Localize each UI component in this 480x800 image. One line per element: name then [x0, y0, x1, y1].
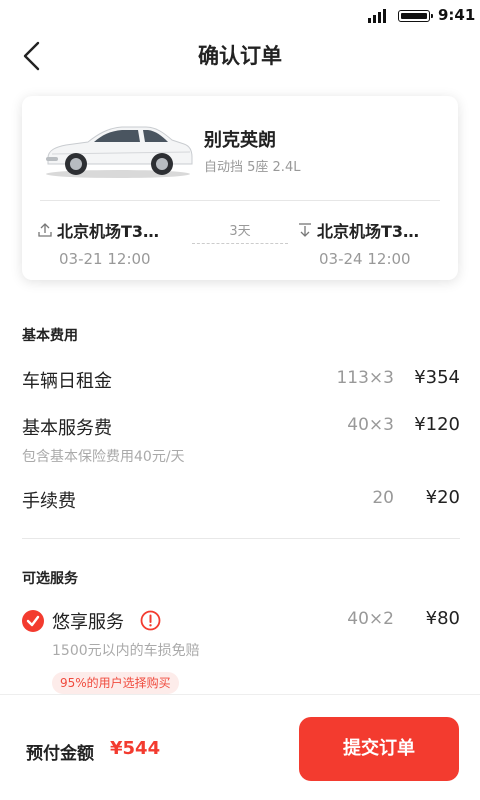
pickup-time: 03-21 12:00: [59, 250, 151, 268]
pickup-icon: [38, 223, 52, 237]
fee-name: 车辆日租金: [22, 371, 112, 392]
submit-order-button[interactable]: 提交订单: [299, 717, 459, 781]
service-badge: 95%的用户选择购买: [52, 672, 179, 694]
page-title: 确认订单: [198, 44, 282, 68]
service-amount: ¥80: [425, 608, 460, 629]
fee-calc: 20: [372, 488, 394, 508]
duration-line: [192, 243, 288, 244]
car-spec: 自动挡 5座 2.4L: [204, 160, 301, 175]
fee-name: 手续费: [22, 491, 76, 512]
service-price-row: 40×2 ¥80: [22, 608, 460, 636]
fee-amount: ¥20: [425, 487, 460, 508]
section-divider: [22, 538, 460, 539]
fee-calc: 40×3: [347, 415, 394, 435]
service-calc: 40×2: [347, 609, 394, 629]
fee-row: 基本服务费 40×3 ¥120: [22, 414, 460, 442]
battery-icon: [398, 10, 433, 22]
basic-fees-title: 基本费用: [22, 328, 78, 344]
fee-amount: ¥354: [414, 367, 460, 388]
fee-row: 手续费 20 ¥20: [22, 487, 460, 515]
car-card[interactable]: 别克英朗 自动挡 5座 2.4L 北京机场T3… 03-21 12:00 3天 …: [22, 96, 458, 280]
duration-label: 3天: [229, 224, 251, 239]
signal-icon: [368, 9, 386, 23]
return-location: 北京机场T3…: [317, 222, 420, 241]
return-info: 北京机场T3… 03-24 12:00: [298, 218, 419, 268]
car-name: 别克英朗: [204, 130, 276, 151]
back-button[interactable]: [18, 38, 48, 74]
return-time: 03-24 12:00: [319, 250, 411, 268]
status-time: 9:41: [438, 6, 476, 24]
back-icon: [23, 41, 40, 71]
prepay-label: 预付金额: [26, 744, 94, 764]
pickup-info: 北京机场T3… 03-21 12:00: [38, 218, 159, 268]
card-divider: [40, 200, 440, 201]
pickup-location: 北京机场T3…: [57, 222, 160, 241]
fee-amount: ¥120: [414, 414, 460, 435]
fee-note: 包含基本保险费用40元/天: [22, 449, 185, 465]
rental-duration: 3天: [190, 220, 290, 244]
optional-services-title: 可选服务: [22, 571, 78, 587]
return-icon: [299, 223, 311, 237]
fee-calc: 113×3: [336, 368, 394, 388]
bottom-bar: 预付金额 ¥544 提交订单: [0, 694, 480, 800]
car-image: [46, 126, 193, 178]
service-description: 1500元以内的车损免赔: [52, 643, 200, 659]
fee-row: 车辆日租金 113×3 ¥354: [22, 367, 460, 395]
prepay-amount: ¥544: [110, 738, 161, 759]
nav-bar: 确认订单: [0, 34, 480, 78]
status-bar: 9:41: [0, 0, 480, 34]
fee-name: 基本服务费: [22, 418, 112, 439]
